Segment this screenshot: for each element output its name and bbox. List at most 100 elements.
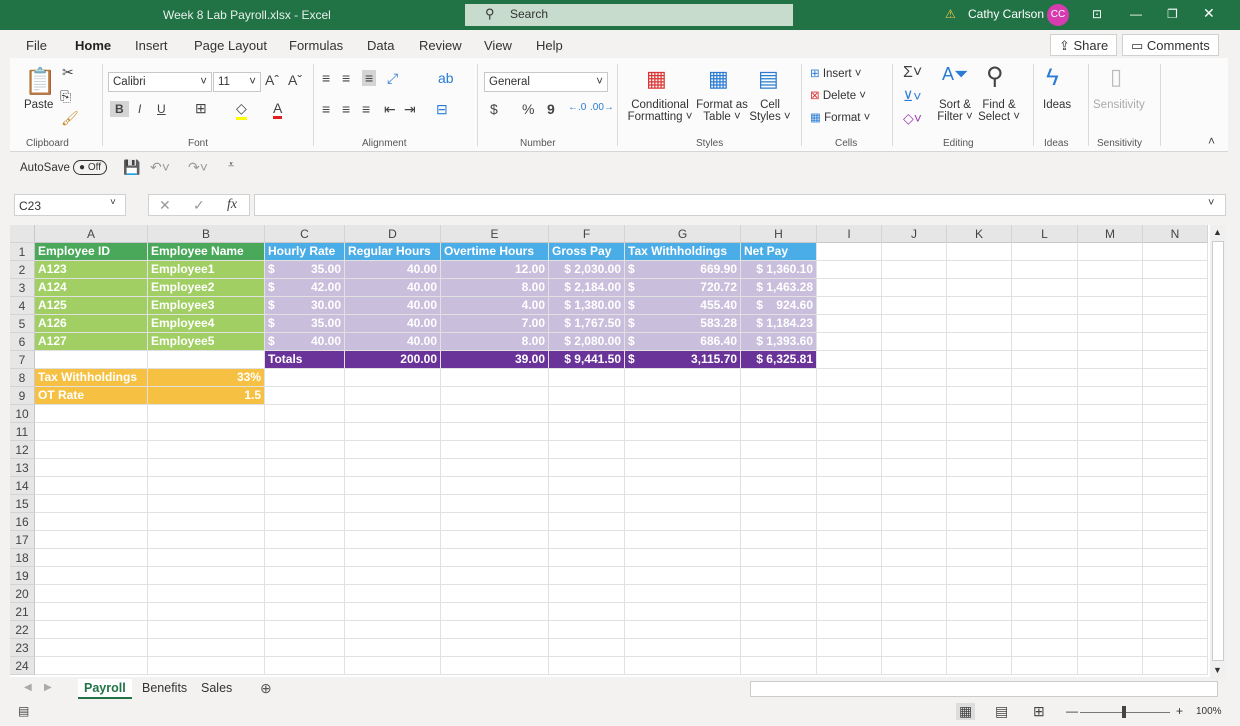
cell-g2[interactable]: $669.90 xyxy=(625,261,741,279)
currency-button[interactable]: $ xyxy=(490,101,498,117)
cell-g10[interactable] xyxy=(625,405,741,423)
cell-e9[interactable] xyxy=(441,387,549,405)
cell-b19[interactable] xyxy=(148,567,265,585)
cell-f10[interactable] xyxy=(549,405,625,423)
cell-a14[interactable] xyxy=(35,477,148,495)
cell-b4[interactable]: Employee3 xyxy=(148,297,265,315)
cell-e7[interactable]: 39.00 xyxy=(441,351,549,369)
underline-button[interactable]: U xyxy=(157,102,166,116)
cell-j12[interactable] xyxy=(882,441,947,459)
cell-b16[interactable] xyxy=(148,513,265,531)
cell-e6[interactable]: 8.00 xyxy=(441,333,549,351)
cell-styles-button[interactable]: Cell Styles ˅ xyxy=(748,99,792,123)
row-header[interactable]: 10 xyxy=(10,405,35,423)
cell-e17[interactable] xyxy=(441,531,549,549)
cell-a16[interactable] xyxy=(35,513,148,531)
fill-icon[interactable]: ⊻˅ xyxy=(903,88,921,105)
cell-i24[interactable] xyxy=(817,657,882,675)
column-header-g[interactable]: G xyxy=(625,225,741,243)
row-header[interactable]: 11 xyxy=(10,423,35,441)
cell-h12[interactable] xyxy=(741,441,817,459)
cut-icon[interactable]: ✂ xyxy=(62,64,74,81)
row-header[interactable]: 24 xyxy=(10,657,35,675)
worksheet-grid[interactable]: A B C D E F G H I J K L M N 1 Employee ID Employee Name H… xyxy=(10,225,1210,677)
zoom-out-icon[interactable]: — xyxy=(1066,704,1078,718)
cell-g17[interactable] xyxy=(625,531,741,549)
cell-e15[interactable] xyxy=(441,495,549,513)
cell-l23[interactable] xyxy=(1012,639,1078,657)
cell-e22[interactable] xyxy=(441,621,549,639)
decrease-font-icon[interactable]: Aˇ xyxy=(288,72,302,88)
tab-insert[interactable]: Insert xyxy=(135,38,168,53)
row-header[interactable]: 13 xyxy=(10,459,35,477)
cell-m18[interactable] xyxy=(1078,549,1143,567)
collapse-ribbon-icon[interactable]: ˄ xyxy=(1208,134,1215,148)
conditional-formatting-button[interactable]: Conditional Formatting ˅ xyxy=(624,99,696,123)
cell-d4[interactable]: 40.00 xyxy=(345,297,441,315)
cell-k15[interactable] xyxy=(947,495,1012,513)
cell-g23[interactable] xyxy=(625,639,741,657)
cell-k9[interactable] xyxy=(947,387,1012,405)
cell-g1[interactable]: Tax Withholdings xyxy=(625,243,741,261)
cell-b11[interactable] xyxy=(148,423,265,441)
cell-h15[interactable] xyxy=(741,495,817,513)
cell-n19[interactable] xyxy=(1143,567,1208,585)
cell-d8[interactable] xyxy=(345,369,441,387)
cell-j8[interactable] xyxy=(882,369,947,387)
cell-k2[interactable] xyxy=(947,261,1012,279)
scroll-down-icon[interactable]: ▼ xyxy=(1213,665,1222,675)
cell-j24[interactable] xyxy=(882,657,947,675)
cell-h2[interactable]: $ 1,360.10 xyxy=(741,261,817,279)
cell-c8[interactable] xyxy=(265,369,345,387)
row-header[interactable]: 2 xyxy=(10,261,35,279)
column-header-d[interactable]: D xyxy=(345,225,441,243)
cell-e2[interactable]: 12.00 xyxy=(441,261,549,279)
cell-n1[interactable] xyxy=(1143,243,1208,261)
cell-j23[interactable] xyxy=(882,639,947,657)
cell-a6[interactable]: A127 xyxy=(35,333,148,351)
cell-g14[interactable] xyxy=(625,477,741,495)
column-header-n[interactable]: N xyxy=(1143,225,1208,243)
cell-b3[interactable]: Employee2 xyxy=(148,279,265,297)
cell-a12[interactable] xyxy=(35,441,148,459)
row-header[interactable]: 5 xyxy=(10,315,35,333)
cell-b7[interactable] xyxy=(148,351,265,369)
cell-n10[interactable] xyxy=(1143,405,1208,423)
increase-indent-icon[interactable]: ⇥ xyxy=(404,101,416,118)
cell-d13[interactable] xyxy=(345,459,441,477)
zoom-level[interactable]: 100% xyxy=(1196,706,1222,717)
formula-input[interactable] xyxy=(254,194,1226,216)
cell-i7[interactable] xyxy=(817,351,882,369)
cell-m4[interactable] xyxy=(1078,297,1143,315)
tab-review[interactable]: Review xyxy=(419,38,462,53)
page-break-view-icon[interactable]: ⊞ xyxy=(1033,703,1045,720)
cell-k24[interactable] xyxy=(947,657,1012,675)
cell-i10[interactable] xyxy=(817,405,882,423)
row-header[interactable]: 20 xyxy=(10,585,35,603)
align-middle-icon[interactable]: ≡ xyxy=(342,70,350,86)
undo-icon[interactable]: ↶˅ xyxy=(150,159,170,176)
cell-d23[interactable] xyxy=(345,639,441,657)
cell-a23[interactable] xyxy=(35,639,148,657)
cell-d1[interactable]: Regular Hours xyxy=(345,243,441,261)
cell-d18[interactable] xyxy=(345,549,441,567)
cell-i9[interactable] xyxy=(817,387,882,405)
cell-i13[interactable] xyxy=(817,459,882,477)
cell-c2[interactable]: $35.00 xyxy=(265,261,345,279)
name-box-dropdown-icon[interactable]: ˅ xyxy=(110,197,116,208)
cell-l14[interactable] xyxy=(1012,477,1078,495)
cell-h19[interactable] xyxy=(741,567,817,585)
ideas-icon[interactable]: ϟ xyxy=(1046,64,1059,92)
cell-l21[interactable] xyxy=(1012,603,1078,621)
cell-c18[interactable] xyxy=(265,549,345,567)
row-header[interactable]: 22 xyxy=(10,621,35,639)
cell-j7[interactable] xyxy=(882,351,947,369)
cell-e8[interactable] xyxy=(441,369,549,387)
cell-j5[interactable] xyxy=(882,315,947,333)
row-header[interactable]: 16 xyxy=(10,513,35,531)
cell-g12[interactable] xyxy=(625,441,741,459)
cell-e20[interactable] xyxy=(441,585,549,603)
cell-c12[interactable] xyxy=(265,441,345,459)
cell-e5[interactable]: 7.00 xyxy=(441,315,549,333)
wrap-text-icon[interactable]: ab xyxy=(438,70,454,86)
